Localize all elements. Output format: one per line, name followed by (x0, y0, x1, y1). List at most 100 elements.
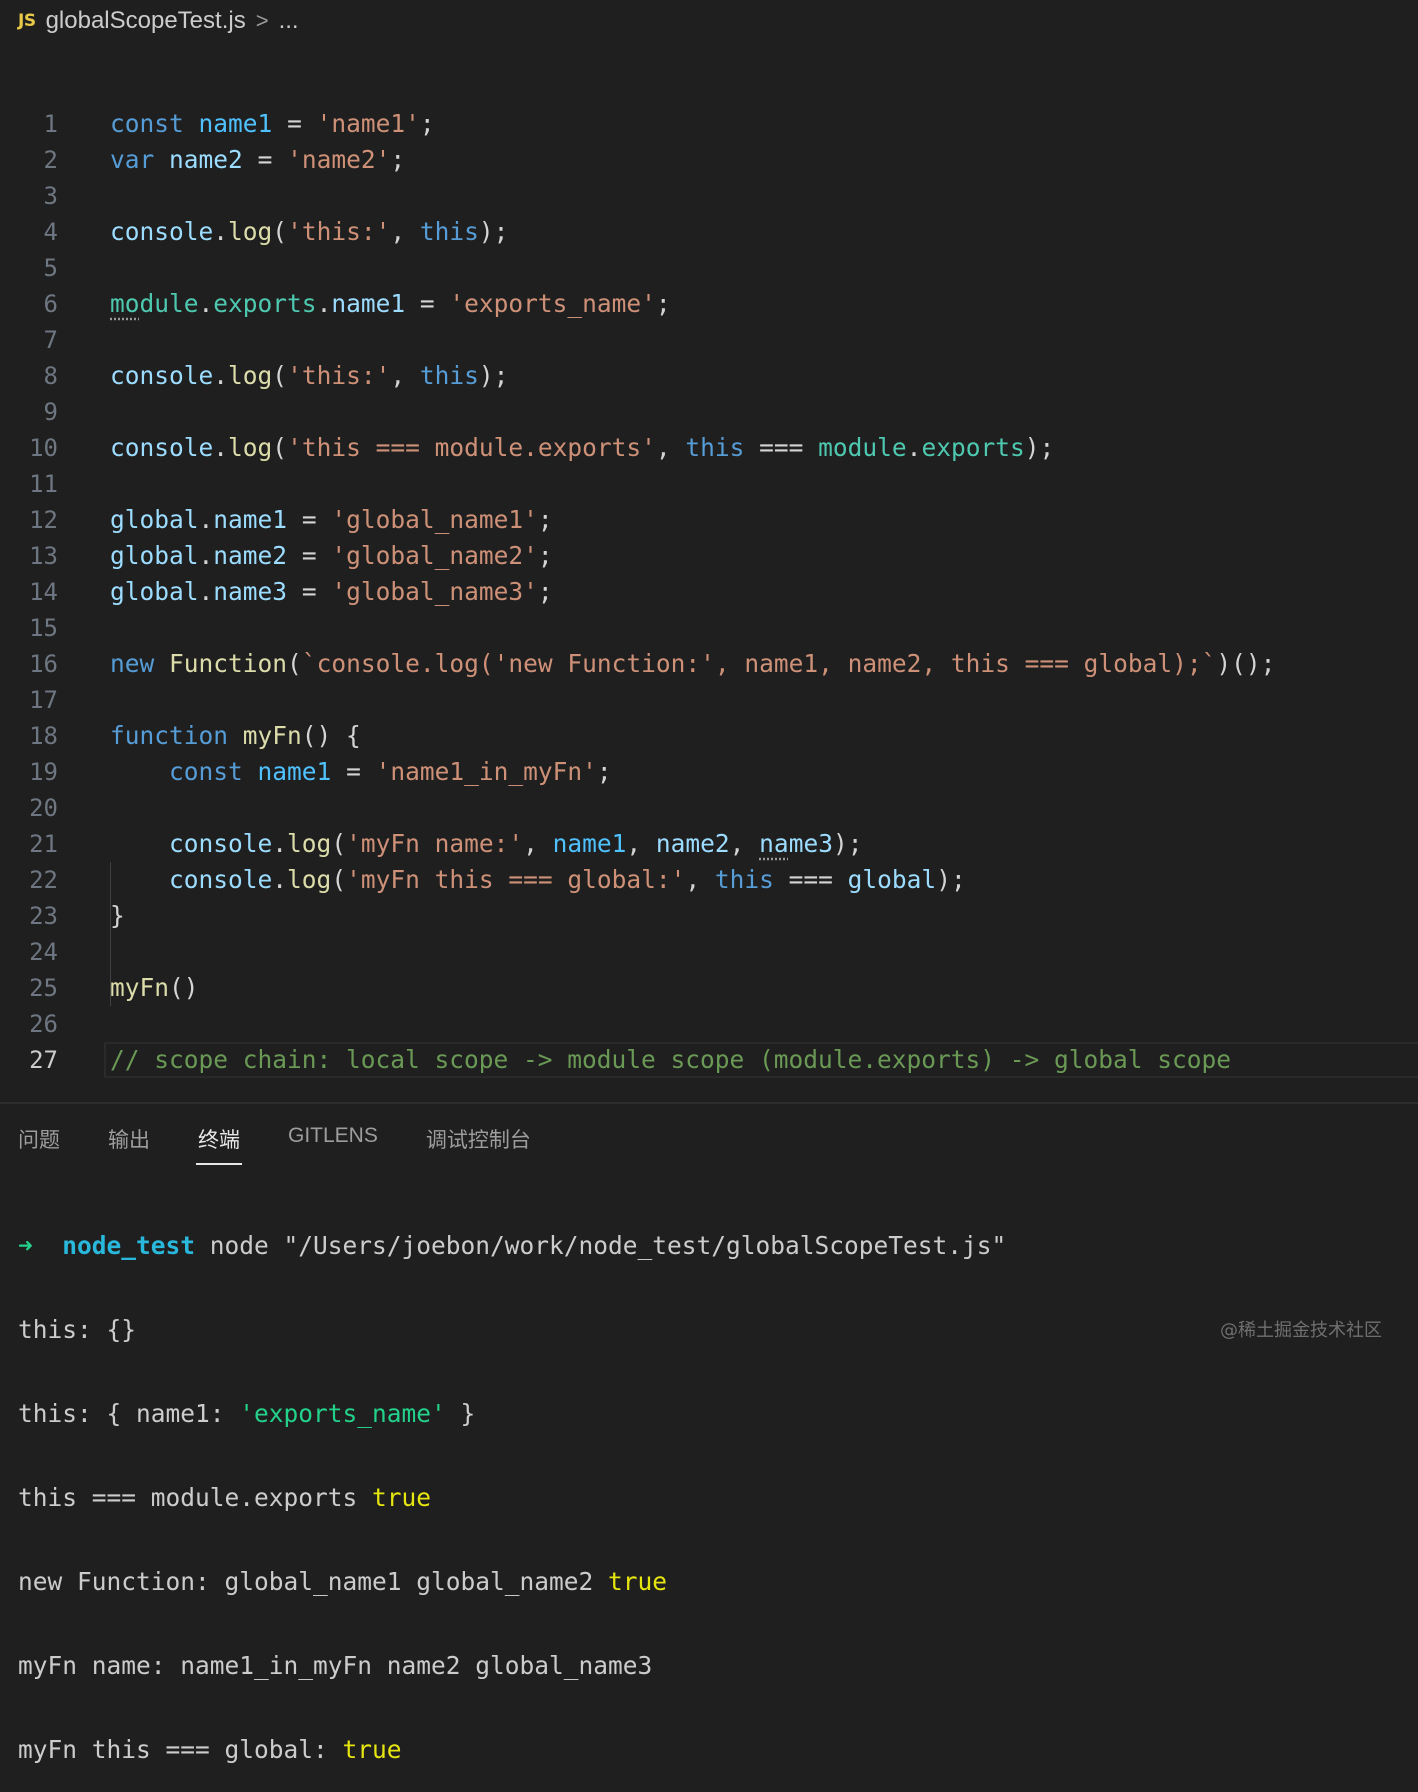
terminal-text: new Function: global_name1 global_name2 (18, 1567, 609, 1596)
line-number: 23 (29, 902, 58, 930)
tab-problems[interactable]: 问题 (18, 1118, 60, 1164)
code-line[interactable]: 5 (0, 250, 1418, 286)
breadcrumb-more[interactable]: ... (279, 7, 299, 35)
code-line[interactable]: 24 (0, 934, 1418, 970)
terminal-string: 'exports_name' (239, 1399, 446, 1428)
line-number: 27 (29, 1046, 58, 1074)
code-line[interactable]: 18 function myFn() { (0, 718, 1418, 754)
line-number: 17 (29, 686, 58, 714)
line-number: 2 (43, 146, 58, 174)
code-text: global.name1 = 'global_name1'; (110, 505, 553, 534)
line-number: 1 (43, 110, 58, 138)
panel-divider (0, 1102, 1418, 1104)
code-line[interactable]: 8 console.log('this:', this); (0, 358, 1418, 394)
line-number: 3 (43, 182, 58, 210)
code-editor[interactable]: 1 const name1 = 'name1'; 2 var name2 = 'na… (0, 106, 1418, 1096)
chevron-right-icon: > (255, 8, 269, 33)
line-number: 4 (43, 218, 58, 246)
tab-output[interactable]: 输出 (108, 1118, 150, 1164)
code-line[interactable]: 10 console.log('this === module.exports',… (0, 430, 1418, 466)
terminal-line: new Function: global_name1 global_name2 … (18, 1568, 1398, 1596)
terminal-line: myFn this === global: true (18, 1736, 1398, 1764)
terminal-boolean: true (608, 1567, 668, 1596)
code-line[interactable]: 6 module.exports.name1 = 'exports_name'; (0, 286, 1418, 322)
line-number: 5 (43, 254, 58, 282)
code-line[interactable]: 22 console.log('myFn this === global:', … (0, 862, 1418, 898)
line-number: 21 (29, 830, 58, 858)
line-number: 18 (29, 722, 58, 750)
terminal-boolean: true (342, 1735, 402, 1764)
code-line[interactable]: 17 (0, 682, 1418, 718)
panel-tabs: 问题 输出 终端 GITLENS 调试控制台 (18, 1118, 531, 1165)
line-number: 16 (29, 650, 58, 678)
code-text: const name1 = 'name1'; (110, 109, 435, 138)
code-line[interactable]: 3 (0, 178, 1418, 214)
code-text: console.log('myFn this === global:', thi… (169, 865, 966, 894)
line-number: 8 (43, 362, 58, 390)
code-line[interactable]: 15 (0, 610, 1418, 646)
code-text: module.exports.name1 = 'exports_name'; (110, 289, 671, 318)
code-line[interactable]: 14 global.name3 = 'global_name3'; (0, 574, 1418, 610)
code-line[interactable]: 9 (0, 394, 1418, 430)
terminal-output[interactable]: ➜ node_test node "/Users/joebon/work/nod… (18, 1176, 1398, 1792)
code-text: function myFn() { (110, 721, 361, 750)
line-number: 24 (29, 938, 58, 966)
code-line[interactable]: 11 (0, 466, 1418, 502)
prompt-directory: node_test (62, 1231, 196, 1260)
current-code-line[interactable]: 27 // scope chain: local scope -> module … (0, 1042, 1418, 1078)
code-text: var name2 = 'name2'; (110, 145, 406, 174)
line-number: 25 (29, 974, 58, 1002)
code-text: } (110, 901, 125, 930)
code-line[interactable]: 1 const name1 = 'name1'; (0, 106, 1418, 142)
line-number: 9 (43, 398, 58, 426)
code-line[interactable]: 16 new Function(`console.log('new Functio… (0, 646, 1418, 682)
code-line[interactable]: 21 console.log('myFn name:', name1, name… (0, 826, 1418, 862)
prompt-arrow-icon: ➜ (18, 1231, 33, 1260)
line-number: 22 (29, 866, 58, 894)
code-text: myFn() (110, 973, 199, 1002)
code-line[interactable]: 13 global.name2 = 'global_name2'; (0, 538, 1418, 574)
terminal-text: this === module.exports (18, 1483, 373, 1512)
terminal-text: } (445, 1399, 476, 1428)
terminal-line: this === module.exports true (18, 1484, 1398, 1512)
terminal-text: myFn this === global: (18, 1735, 343, 1764)
line-number: 19 (29, 758, 58, 786)
js-file-icon: JS (18, 11, 36, 31)
line-number: 6 (43, 290, 58, 318)
terminal-line: myFn name: name1_in_myFn name2 global_na… (18, 1651, 653, 1680)
tab-terminal[interactable]: 终端 (196, 1118, 242, 1165)
code-line[interactable]: 20 (0, 790, 1418, 826)
code-text: global.name3 = 'global_name3'; (110, 577, 553, 606)
code-comment: // scope chain: local scope -> module sc… (110, 1045, 1232, 1074)
line-number: 20 (29, 794, 58, 822)
line-number: 15 (29, 614, 58, 642)
code-text: console.log('myFn name:', name1, name2, … (169, 829, 863, 858)
code-line[interactable]: 2 var name2 = 'name2'; (0, 142, 1418, 178)
breadcrumb: JS globalScopeTest.js > ... (18, 4, 299, 38)
watermark: @稀土掘金技术社区 (1220, 1320, 1382, 1341)
code-line[interactable]: 7 (0, 322, 1418, 358)
line-number: 12 (29, 506, 58, 534)
line-number: 7 (43, 326, 58, 354)
code-text: console.log('this:', this); (110, 361, 509, 390)
code-text: new Function(`console.log('new Function:… (110, 649, 1276, 678)
terminal-line: this: { name1: 'exports_name' } (18, 1400, 1398, 1428)
code-line[interactable]: 26 (0, 1006, 1418, 1042)
line-number: 26 (29, 1010, 58, 1038)
code-line[interactable]: 4 console.log('this:', this); (0, 214, 1418, 250)
breadcrumb-filename[interactable]: globalScopeTest.js (46, 7, 246, 35)
code-line[interactable]: 12 global.name1 = 'global_name1'; (0, 502, 1418, 538)
tab-debug-console[interactable]: 调试控制台 (426, 1118, 531, 1164)
line-number: 13 (29, 542, 58, 570)
code-text: global.name2 = 'global_name2'; (110, 541, 553, 570)
line-number: 10 (29, 434, 58, 462)
terminal-line: this: {} (18, 1315, 137, 1344)
line-number: 14 (29, 578, 58, 606)
tab-gitlens[interactable]: GITLENS (288, 1118, 378, 1164)
code-line[interactable]: 23} (0, 898, 1418, 934)
code-text: console.log('this === module.exports', t… (110, 433, 1055, 462)
code-line[interactable]: 25 myFn() (0, 970, 1418, 1006)
terminal-command: node "/Users/joebon/work/node_test/globa… (195, 1231, 1007, 1260)
code-line[interactable]: 19 const name1 = 'name1_in_myFn'; (0, 754, 1418, 790)
terminal-line: ➜ node_test node "/Users/joebon/work/nod… (18, 1232, 1398, 1260)
